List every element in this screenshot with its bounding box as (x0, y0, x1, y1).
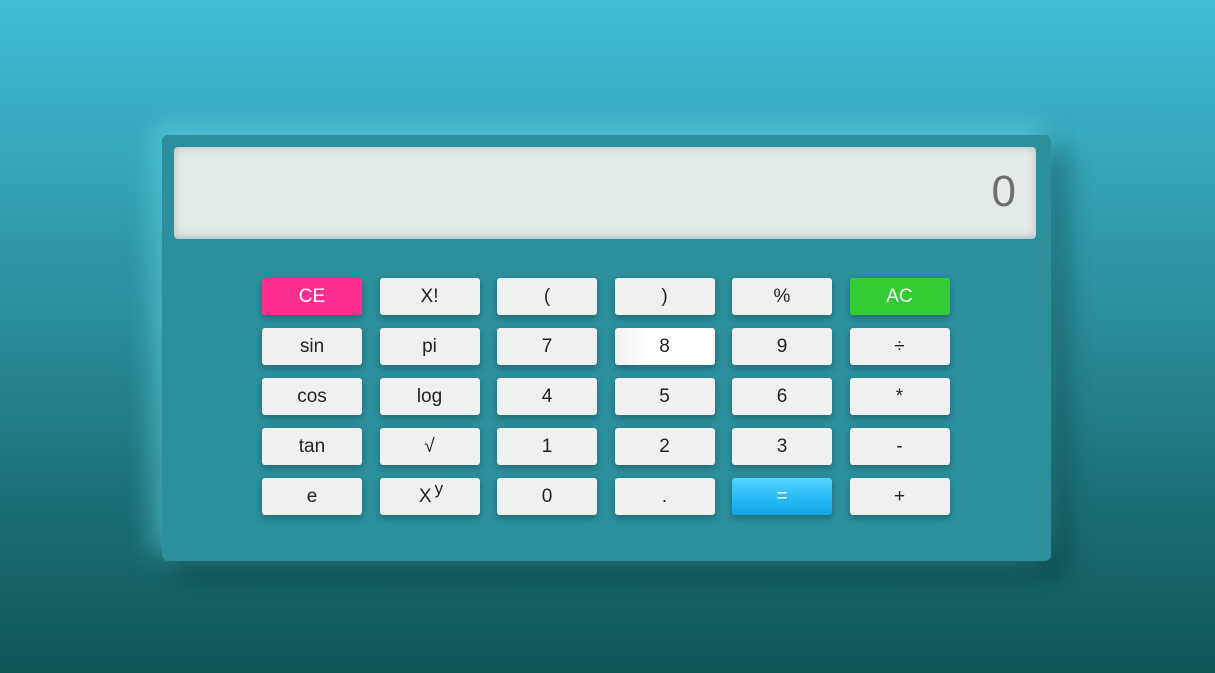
digit-1-button[interactable]: 1 (497, 428, 597, 465)
digit-4-button[interactable]: 4 (497, 378, 597, 415)
key-label: 4 (541, 385, 553, 407)
key-label: * (895, 385, 904, 407)
power-button[interactable]: Xy (379, 478, 480, 515)
display: 0 (174, 147, 1036, 237)
sin-button[interactable]: sin (262, 328, 362, 365)
key-label: . (661, 485, 668, 507)
key-label: tan (298, 435, 326, 457)
key-label: 7 (541, 335, 553, 357)
key-label: 5 (659, 385, 670, 407)
calculator: 0 CE X! ()% AC sin pi 7 8 9 ÷ cos log 4 5 6 * tan √ 1 2 3 - e X… (162, 135, 1051, 561)
factorial-button[interactable]: X! (379, 278, 480, 315)
key-label: ÷ (894, 335, 905, 357)
keypad: CE X! ()% AC sin pi 7 8 9 ÷ cos log 4 5 6 * tan √ 1 2 3 - e Xy 0… (262, 278, 950, 515)
key-label: pi (422, 335, 437, 357)
key-label: cos (297, 385, 327, 407)
key-label: - (896, 435, 903, 457)
add-button[interactable]: + (849, 478, 950, 515)
percent-button[interactable]: % (732, 278, 832, 315)
divide-button[interactable]: ÷ (849, 328, 950, 365)
digit-5-button[interactable]: 5 (614, 378, 715, 415)
key-label: 2 (659, 435, 670, 457)
equals-button[interactable]: = (732, 478, 832, 515)
digit-3-button[interactable]: 3 (732, 428, 832, 465)
key-label: X (418, 485, 432, 507)
decimal-button[interactable]: . (614, 478, 715, 515)
key-label: 8 (659, 335, 670, 357)
key-label: 9 (776, 335, 788, 357)
cos-button[interactable]: cos (262, 378, 362, 415)
key-label: sin (299, 335, 325, 357)
sqrt-button[interactable]: √ (379, 428, 480, 465)
digit-0-button[interactable]: 0 (497, 478, 597, 515)
key-label: % (773, 285, 791, 307)
close-paren-button[interactable]: ) (614, 278, 715, 315)
digit-7-button[interactable]: 7 (497, 328, 597, 365)
pi-button[interactable]: pi (379, 328, 480, 365)
key-label: = (776, 485, 788, 507)
key-label: √ (424, 435, 435, 457)
euler-button[interactable]: e (262, 478, 362, 515)
key-label: 6 (776, 385, 788, 407)
key-label: AC (886, 285, 913, 307)
display-value: 0 (991, 167, 1016, 216)
key-label: e (306, 485, 318, 507)
digit-6-button[interactable]: 6 (732, 378, 832, 415)
subtract-button[interactable]: - (849, 428, 950, 465)
key-label: ( (543, 285, 551, 307)
open-paren-button[interactable]: ( (497, 278, 597, 315)
key-label: 3 (776, 435, 788, 457)
multiply-button[interactable]: * (849, 378, 950, 415)
key-label: log (416, 385, 443, 407)
clear-entry-button[interactable]: CE (262, 278, 362, 315)
log-button[interactable]: log (379, 378, 480, 415)
key-superscript: y (434, 478, 444, 498)
key-label: ) (661, 285, 668, 307)
key-label: 0 (541, 485, 553, 507)
digit-2-button[interactable]: 2 (614, 428, 715, 465)
key-label: + (893, 485, 906, 507)
tan-button[interactable]: tan (262, 428, 362, 465)
key-label: X! (420, 285, 439, 307)
key-label: CE (298, 285, 326, 307)
digit-9-button[interactable]: 9 (732, 328, 832, 365)
all-clear-button[interactable]: AC (849, 278, 950, 315)
key-label: 1 (541, 435, 553, 457)
digit-8-button[interactable]: 8 (614, 328, 715, 365)
